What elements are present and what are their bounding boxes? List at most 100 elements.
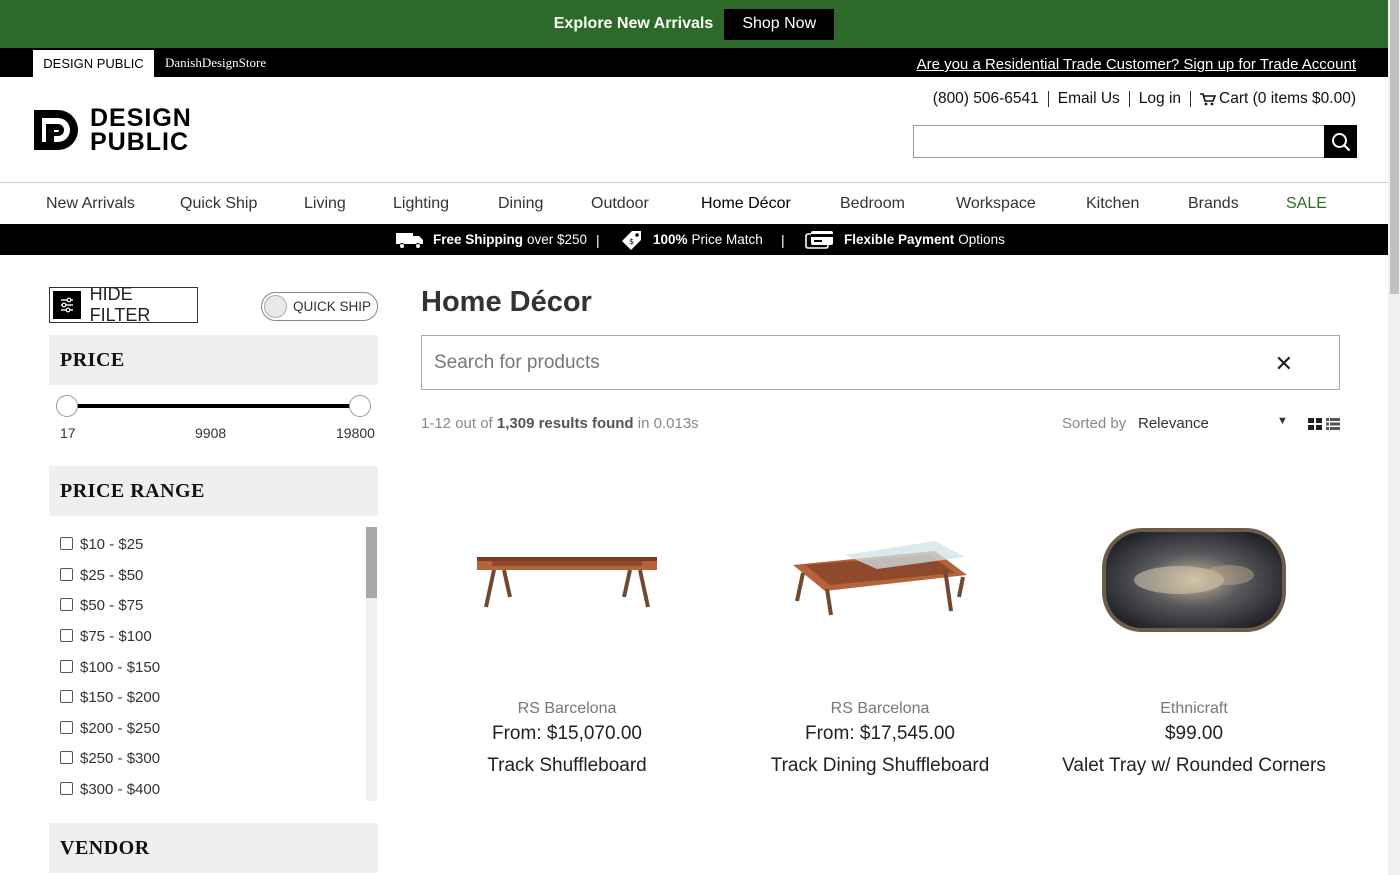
product-name[interactable]: Valet Tray w/ Rounded Corners	[1049, 754, 1339, 777]
price-range-filter-heading[interactable]: PRICE RANGE	[49, 466, 378, 516]
range-label: $150 - $200	[80, 688, 161, 706]
product-search-field[interactable]: Search for products ✕	[421, 335, 1340, 390]
page-scrollbar-thumb[interactable]	[1390, 0, 1399, 294]
product-image[interactable]	[1049, 470, 1339, 690]
page-title: Home Décor	[421, 286, 592, 318]
site-logo[interactable]: DESIGN PUBLIC	[32, 106, 192, 156]
quick-ship-label: QUICK SHIP	[293, 299, 372, 314]
trade-account-link[interactable]: Are you a Residential Trade Customer? Si…	[917, 48, 1356, 81]
nav-dining[interactable]: Dining	[498, 183, 543, 225]
product-card[interactable]: RS Barcelona From: $15,070.00 Track Shuf…	[422, 470, 712, 777]
phone-link[interactable]: (800) 506-6541	[933, 90, 1039, 108]
checkbox[interactable]	[60, 750, 73, 764]
product-image[interactable]	[422, 470, 712, 690]
benefit-flexible-payment: Flexible Payment Options	[805, 224, 1005, 255]
price-slider-track[interactable]	[67, 404, 361, 408]
filter-sliders-icon	[53, 291, 81, 319]
checkbox[interactable]	[60, 597, 73, 611]
product-card[interactable]: Ethnicraft $99.00 Valet Tray w/ Rounded …	[1049, 470, 1339, 777]
product-price: $99.00	[1164, 723, 1224, 744]
divider	[1128, 91, 1130, 107]
grid-view-icon[interactable]	[1308, 418, 1322, 430]
sort-select[interactable]: Relevance	[1138, 415, 1209, 432]
price-mid-label: 9908	[195, 425, 227, 441]
shop-now-button[interactable]: Shop Now	[724, 8, 835, 40]
nav-brands[interactable]: Brands	[1188, 183, 1239, 225]
list-item[interactable]: $200 - $250	[60, 718, 160, 738]
close-icon[interactable]: ✕	[1275, 351, 1293, 377]
toggle-knob	[264, 295, 287, 318]
list-view-icon[interactable]	[1326, 418, 1340, 430]
range-label: $75 - $100	[80, 627, 152, 645]
nav-workspace[interactable]: Workspace	[956, 183, 1036, 225]
price-range-list: $10 - $25 $25 - $50 $50 - $75 $75 - $100…	[49, 527, 378, 801]
product-brand[interactable]: Ethnicraft	[1049, 700, 1339, 718]
quick-ship-toggle[interactable]: QUICK SHIP	[261, 292, 378, 321]
product-card[interactable]: RS Barcelona From: $17,545.00 Track Dini…	[735, 470, 1025, 777]
site-search-input[interactable]	[913, 125, 1324, 158]
checkbox[interactable]	[60, 567, 73, 581]
range-label: $50 - $75	[80, 596, 144, 614]
nav-outdoor[interactable]: Outdoor	[591, 183, 649, 225]
benefit-text: Price Match	[691, 232, 763, 247]
checkbox[interactable]	[60, 689, 73, 703]
nav-new-arrivals[interactable]: New Arrivals	[46, 183, 135, 225]
sort-label: Sorted by	[1062, 415, 1127, 432]
vendor-filter-heading[interactable]: VENDOR	[49, 823, 378, 873]
list-item[interactable]: $100 - $150	[60, 657, 160, 677]
checkbox[interactable]	[60, 720, 73, 734]
caret-down-icon[interactable]: ▼	[1277, 415, 1288, 427]
cart-link[interactable]: Cart (0 items $0.00)	[1200, 90, 1356, 108]
store-tab-design-public[interactable]: DESIGN PUBLIC	[33, 50, 154, 77]
checkbox[interactable]	[60, 536, 73, 550]
range-label: $100 - $150	[80, 658, 161, 676]
range-label: $250 - $300	[80, 749, 161, 767]
store-tab-danish-design-store[interactable]: DanishDesignStore	[165, 48, 266, 77]
benefit-free-shipping: Free Shipping over $250	[395, 224, 587, 255]
list-item[interactable]: $300 - $400	[60, 779, 160, 799]
checkbox[interactable]	[60, 628, 73, 642]
product-brand[interactable]: RS Barcelona	[422, 700, 712, 718]
search-button[interactable]	[1324, 125, 1357, 158]
nav-sale[interactable]: SALE	[1286, 183, 1327, 225]
checkbox[interactable]	[60, 781, 73, 795]
product-brand[interactable]: RS Barcelona	[735, 700, 1025, 718]
list-item[interactable]: $10 - $25	[60, 534, 143, 554]
list-item[interactable]: $25 - $50	[60, 565, 143, 585]
nav-kitchen[interactable]: Kitchen	[1086, 183, 1139, 225]
product-image[interactable]	[735, 470, 1025, 690]
benefit-text: Options	[958, 232, 1005, 247]
product-name[interactable]: Track Dining Shuffleboard	[735, 754, 1025, 777]
price-range-scrollbar-thumb[interactable]	[366, 527, 377, 598]
product-name[interactable]: Track Shuffleboard	[422, 754, 712, 777]
hide-filter-button[interactable]: HIDE FILTER	[49, 284, 198, 325]
benefit-bold-text: Flexible Payment	[844, 232, 955, 247]
list-item[interactable]: $150 - $200	[60, 687, 160, 707]
results-time: in 0.013s	[637, 415, 699, 432]
product-price: From: $17,545.00	[805, 723, 955, 744]
range-label: $300 - $400	[80, 780, 161, 798]
nav-bedroom[interactable]: Bedroom	[840, 183, 905, 225]
nav-living[interactable]: Living	[304, 183, 346, 225]
utility-links: (800) 506-6541 Email Us Log in Cart (0 i…	[933, 90, 1356, 108]
price-slider-max-handle[interactable]	[349, 395, 371, 417]
nav-quick-ship[interactable]: Quick Ship	[180, 183, 257, 225]
nav-home-decor[interactable]: Home Décor	[701, 183, 791, 225]
results-count: 1,309 results found	[496, 415, 634, 432]
promo-text: Explore New Arrivals	[553, 15, 714, 32]
price-filter-heading[interactable]: PRICE	[49, 335, 378, 385]
product-price: From: $15,070.00	[492, 723, 642, 744]
list-item[interactable]: $50 - $75	[60, 595, 143, 615]
range-label: $25 - $50	[80, 566, 144, 584]
login-link[interactable]: Log in	[1139, 90, 1181, 108]
logo-text-line2: PUBLIC	[90, 128, 190, 156]
divider	[1047, 91, 1049, 107]
list-item[interactable]: $75 - $100	[60, 626, 152, 646]
search-icon	[1331, 132, 1350, 151]
checkbox[interactable]	[60, 659, 73, 673]
hide-filter-label: HIDE FILTER	[89, 284, 151, 325]
price-slider-min-handle[interactable]	[56, 395, 78, 417]
email-us-link[interactable]: Email Us	[1058, 90, 1120, 108]
nav-lighting[interactable]: Lighting	[393, 183, 449, 225]
list-item[interactable]: $250 - $300	[60, 748, 160, 768]
